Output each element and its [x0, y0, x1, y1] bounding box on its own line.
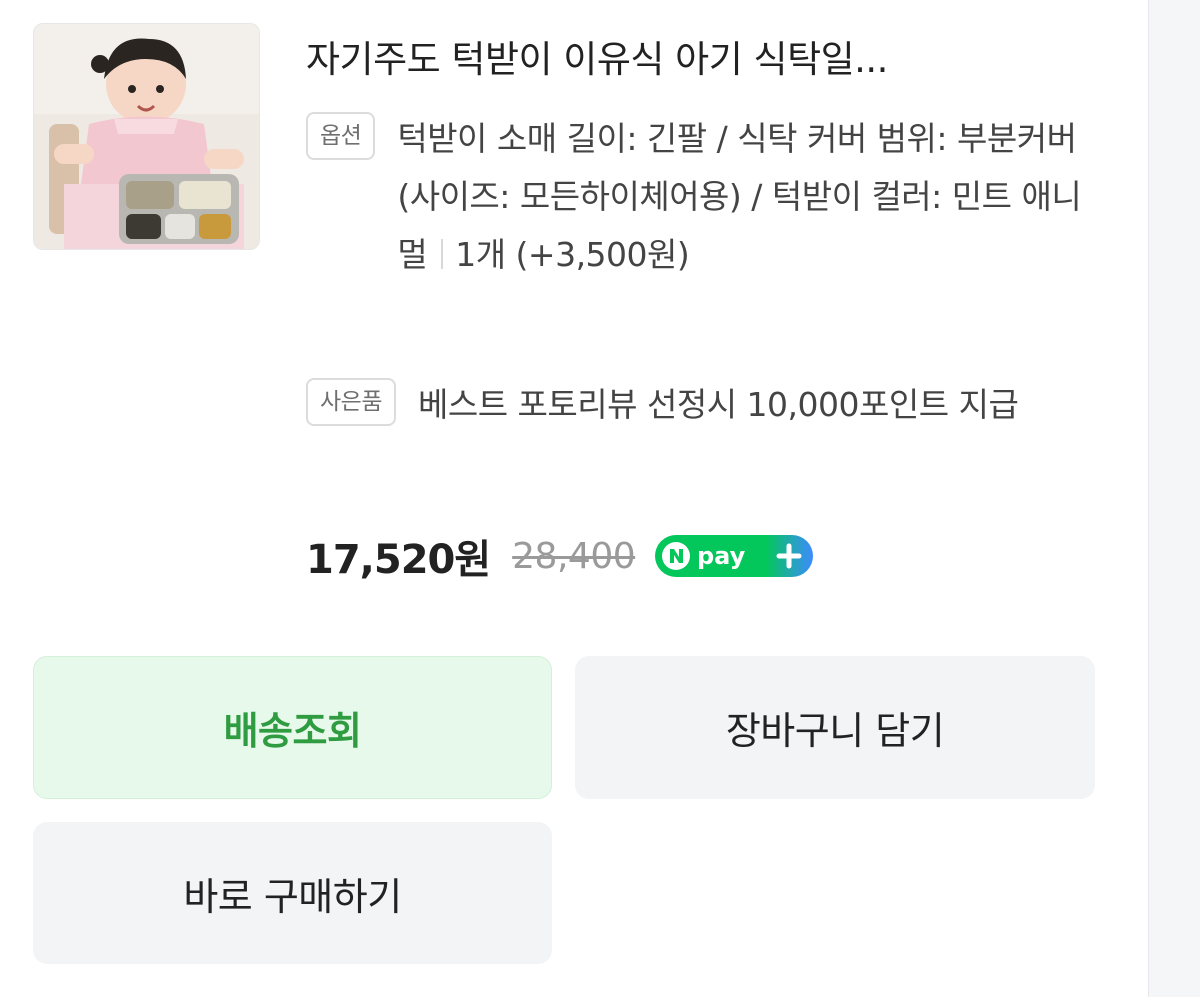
product-thumbnail[interactable] — [33, 23, 260, 250]
option-tag: 옵션 — [306, 112, 376, 160]
option-row: 옵션 턱받이 소매 길이: 긴팔 / 식탁 커버 범위: 부분커버 (사이즈: … — [306, 110, 1086, 284]
gift-tag: 사은품 — [306, 378, 396, 426]
npay-plus-logo-icon: pay — [655, 535, 814, 577]
sale-price: 17,520원 — [306, 537, 491, 583]
product-photo — [34, 24, 259, 249]
side-panel — [1148, 0, 1200, 997]
order-item-card: 자기주도 턱받이 이유식 아기 식탁일... 옵션 턱받이 소매 길이: 긴팔 … — [0, 0, 1200, 997]
option-text-block: 턱받이 소매 길이: 긴팔 / 식탁 커버 범위: 부분커버 (사이즈: 모든하… — [397, 110, 1086, 284]
gift-row: 사은품 베스트 포토리뷰 선정시 10,000포인트 지급 — [306, 376, 1086, 434]
original-price: 28,400 — [512, 535, 636, 577]
track-delivery-button[interactable]: 배송조회 — [33, 656, 552, 799]
price-row: 17,520원 28,400 pay — [306, 526, 814, 586]
product-title[interactable]: 자기주도 턱받이 이유식 아기 식탁일... — [306, 32, 1096, 88]
add-to-cart-button[interactable]: 장바구니 담기 — [575, 656, 1095, 799]
quantity-text: 1개 (+3,500원) — [455, 235, 690, 274]
gift-text: 베스트 포토리뷰 선정시 10,000포인트 지급 — [417, 385, 1019, 424]
divider — [441, 238, 444, 269]
npay-label: pay — [697, 542, 746, 570]
buy-now-button[interactable]: 바로 구매하기 — [33, 822, 552, 964]
